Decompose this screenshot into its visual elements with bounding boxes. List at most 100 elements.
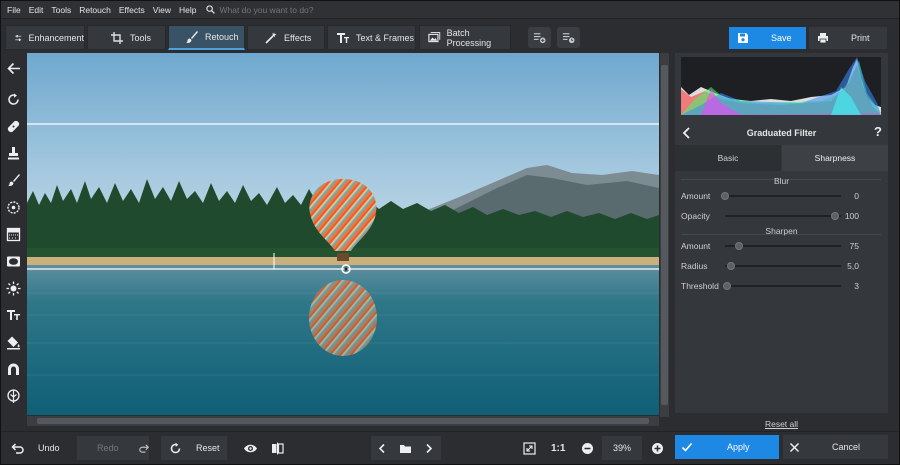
blur-amount-slider[interactable] <box>725 195 841 197</box>
image-canvas[interactable] <box>27 53 659 415</box>
menu-retouch[interactable]: Retouch <box>79 5 111 15</box>
folder-icon <box>399 444 411 453</box>
open-folder-button[interactable] <box>393 442 417 455</box>
tab-effects[interactable]: Effects <box>247 25 325 50</box>
target-icon <box>7 201 20 214</box>
horizontal-scroll-thumb[interactable] <box>37 418 649 424</box>
graduated-filter-tool[interactable] <box>5 226 22 243</box>
back-button[interactable] <box>5 60 22 77</box>
blur-opacity-slider[interactable] <box>725 215 841 217</box>
reset-label: Reset <box>196 443 220 453</box>
magnet-icon <box>8 363 19 375</box>
sharpen-radius-label: Radius <box>681 261 708 271</box>
menu-view[interactable]: View <box>153 5 171 15</box>
undo-button[interactable]: Undo <box>11 436 60 460</box>
sharpen-amount-label: Amount <box>681 241 711 251</box>
back-chevron-icon[interactable] <box>681 126 693 140</box>
sharpen-radius-handle[interactable] <box>727 262 735 270</box>
redo-button[interactable]: Redo <box>77 436 149 460</box>
fit-screen-icon <box>523 441 536 455</box>
preview-button[interactable] <box>243 436 261 460</box>
menu-help[interactable]: Help <box>179 5 196 15</box>
globe-tree-icon <box>7 389 20 403</box>
left-tool-column <box>1 53 27 413</box>
close-icon <box>789 442 800 452</box>
search-input[interactable] <box>219 4 360 15</box>
sharpen-threshold-slider[interactable] <box>725 285 841 287</box>
rotate-tool[interactable] <box>5 91 22 108</box>
blur-opacity-handle[interactable] <box>831 212 839 220</box>
save-label: Save <box>771 33 792 43</box>
blur-amount-handle[interactable] <box>721 192 729 200</box>
add-list-button[interactable] <box>528 27 551 48</box>
panel-title: Graduated Filter <box>746 128 817 138</box>
tab-enhancement[interactable]: Enhancement <box>5 25 85 50</box>
help-icon[interactable]: ? <box>874 124 882 139</box>
histogram <box>681 57 881 115</box>
tab-retouch-label: Retouch <box>205 32 239 42</box>
sharpen-heading: Sharpen <box>765 226 798 236</box>
print-button[interactable]: Print <box>809 27 887 49</box>
sharpen-amount-handle[interactable] <box>735 242 743 250</box>
fill-tool[interactable] <box>5 334 22 351</box>
search-box[interactable] <box>206 4 360 15</box>
printer-icon <box>818 33 828 44</box>
brush-tool[interactable] <box>5 172 22 189</box>
healing-tool[interactable] <box>5 118 22 135</box>
light-tool[interactable] <box>5 280 22 297</box>
menu-tools[interactable]: Tools <box>51 5 71 15</box>
blur-opacity-row: Opacity 100 <box>681 209 881 223</box>
zoom-level[interactable]: 39% <box>602 436 642 460</box>
zoom-in-button[interactable] <box>651 436 665 460</box>
blur-opacity-label: Opacity <box>681 211 710 221</box>
zoom-out-button[interactable] <box>581 436 595 460</box>
sharpen-threshold-label: Threshold <box>681 281 719 291</box>
redo-label: Redo <box>97 443 119 453</box>
reset-all-link[interactable]: Reset all <box>675 419 888 429</box>
vertical-scroll-thumb[interactable] <box>661 65 668 405</box>
apply-button[interactable]: Apply <box>675 435 779 459</box>
tab-text-frames[interactable]: Text & Frames <box>327 25 416 50</box>
clone-stamp-tool[interactable] <box>5 145 22 162</box>
previous-image-button[interactable] <box>371 442 393 455</box>
fit-to-screen-button[interactable] <box>523 436 539 460</box>
tab-tools[interactable]: Tools <box>87 25 166 50</box>
app-window: File Edit Tools Retouch Effects View Hel… <box>0 0 900 465</box>
menu-bar: File Edit Tools Retouch Effects View Hel… <box>1 1 899 19</box>
tab-sharpness[interactable]: Sharpness <box>782 145 888 171</box>
photo-balloon-lake <box>27 53 659 415</box>
radial-tool[interactable] <box>5 199 22 216</box>
minus-circle-icon <box>582 442 593 454</box>
tab-retouch[interactable]: Retouch <box>168 25 245 50</box>
tab-tools-label: Tools <box>130 32 152 43</box>
next-image-button[interactable] <box>417 442 439 455</box>
horizontal-scrollbar[interactable] <box>27 416 659 426</box>
undo-icon <box>11 442 24 454</box>
cancel-button[interactable]: Cancel <box>783 435 888 459</box>
tab-text-frames-label: Text & Frames <box>356 32 415 43</box>
text-tool[interactable] <box>5 307 22 324</box>
menu-file[interactable]: File <box>7 5 21 15</box>
change-background-tool[interactable] <box>5 388 22 405</box>
vignette-tool[interactable] <box>5 253 22 270</box>
actual-size-button[interactable]: 1:1 <box>551 436 565 460</box>
sliders-icon <box>15 34 22 41</box>
vertical-scrollbar[interactable] <box>660 53 669 417</box>
tab-batch-processing[interactable]: Batch Processing <box>419 25 511 50</box>
tab-basic[interactable]: Basic <box>675 145 781 171</box>
reset-button[interactable]: Reset <box>161 436 227 460</box>
list-plus-icon <box>533 33 546 44</box>
menu-effects[interactable]: Effects <box>119 5 145 15</box>
undo-label: Undo <box>38 443 60 453</box>
history-list-button[interactable] <box>557 27 580 48</box>
sharpen-radius-slider[interactable] <box>725 265 841 267</box>
menu-edit[interactable]: Edit <box>29 5 44 15</box>
compare-button[interactable] <box>271 436 287 460</box>
apply-label: Apply <box>727 442 750 452</box>
sharpen-threshold-handle[interactable] <box>723 282 731 290</box>
sharpen-threshold-value: 3 <box>854 281 859 291</box>
compare-icon <box>272 442 284 454</box>
magnet-tool[interactable] <box>5 361 22 378</box>
sharpen-amount-value: 75 <box>849 241 859 251</box>
save-button[interactable]: Save <box>729 27 806 49</box>
